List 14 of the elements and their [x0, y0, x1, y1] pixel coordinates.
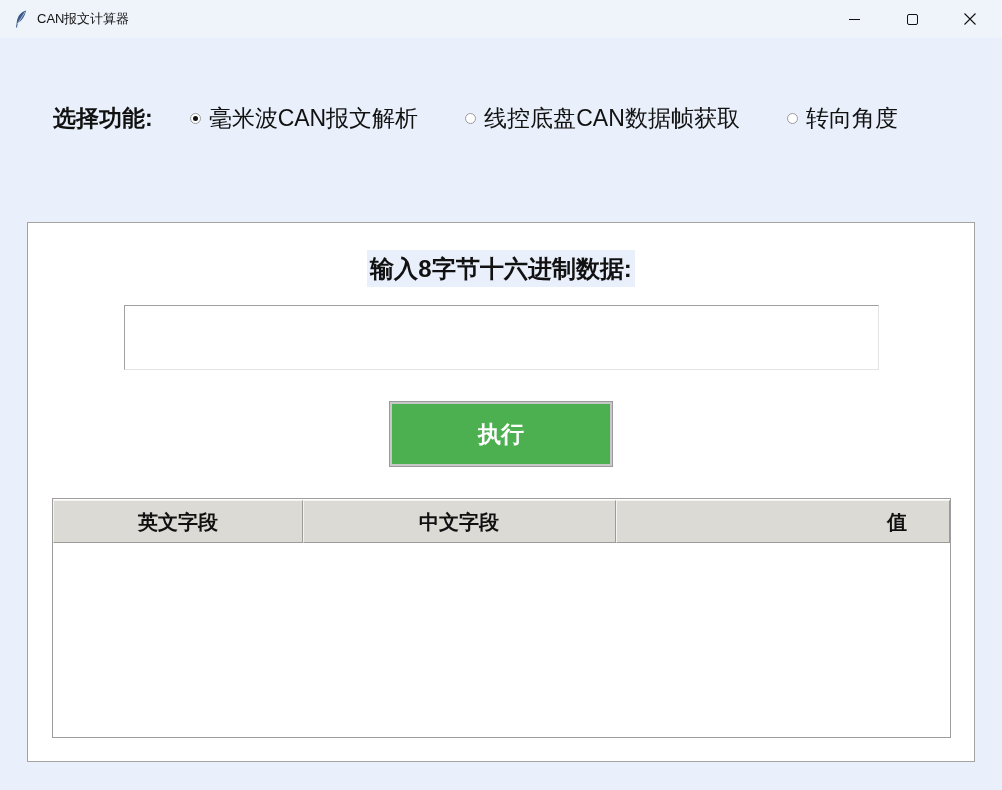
window-title: CAN报文计算器 — [37, 10, 130, 29]
column-header: 值 — [615, 500, 950, 543]
hex-input-field[interactable] — [123, 305, 879, 370]
function-select-label: 选择功能: — [53, 104, 153, 133]
close-icon — [964, 13, 976, 25]
radio-option[interactable]: 线控底盘CAN数据帧获取 — [465, 103, 740, 133]
minimize-icon — [848, 18, 860, 20]
maximize-icon — [906, 13, 918, 25]
radio-option[interactable]: 转向角度 — [786, 103, 898, 133]
radio-option[interactable]: 毫米波CAN报文解析 — [189, 103, 419, 133]
column-header: 中文字段 — [302, 500, 616, 543]
column-header: 英文字段 — [52, 500, 303, 543]
feather-icon — [15, 10, 27, 28]
input-label: 输入8字节十六进制数据: — [367, 250, 635, 287]
